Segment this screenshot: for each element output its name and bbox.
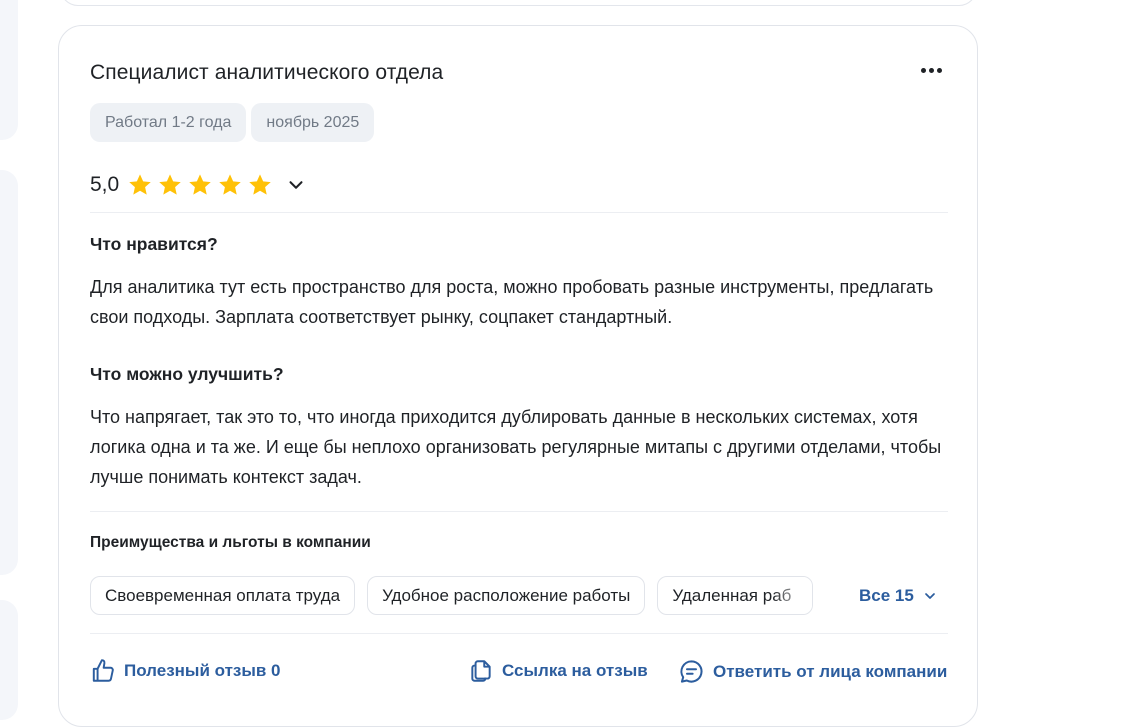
- review-tags: Работал 1-2 года ноябрь 2025: [90, 103, 375, 142]
- helpful-label: Полезный отзыв 0: [124, 661, 281, 680]
- tag-experience: Работал 1-2 года: [90, 103, 247, 142]
- copy-link-button[interactable]: Ссылка на отзыв: [468, 658, 648, 684]
- side-panel: [0, 0, 18, 140]
- comment-icon: [680, 660, 703, 683]
- divider: [90, 633, 948, 634]
- side-panel: [0, 170, 18, 575]
- benefit-chip: Удаленная раб: [657, 576, 814, 615]
- review-title: Специалист аналитического отдела: [90, 61, 444, 84]
- benefits-heading: Преимущества и льготы в компании: [90, 534, 371, 551]
- review-card: Специалист аналитического отдела Работал…: [58, 25, 978, 727]
- reply-button[interactable]: Ответить от лица компании: [678, 658, 947, 685]
- more-options-button[interactable]: [915, 56, 947, 84]
- show-all-benefits-button[interactable]: Все 15: [859, 586, 938, 606]
- show-all-label: Все 15: [859, 586, 914, 605]
- chevron-down-icon: [924, 593, 935, 599]
- rating-value: 5,0: [90, 173, 120, 196]
- thumbs-up-icon: [92, 659, 114, 682]
- benefits-list: Своевременная оплата труда Удобное распо…: [90, 576, 825, 616]
- star-icon: [249, 174, 271, 195]
- benefit-chip: Удобное расположение работы: [367, 576, 646, 615]
- previous-review-card: [60, 0, 977, 6]
- rating: 5,0: [90, 172, 307, 198]
- review-actions: Полезный отзыв 0 Ссылка на отзыв Ответит…: [90, 658, 948, 686]
- star-icon: [219, 174, 241, 195]
- star-icon: [189, 174, 211, 195]
- copy-link-icon: [471, 660, 491, 682]
- improve-text: Что напрягает, так это то, что иногда пр…: [90, 407, 942, 487]
- chevron-down-icon[interactable]: [285, 174, 307, 196]
- benefit-chip: Своевременная оплата труда: [90, 576, 356, 615]
- star-icon: [159, 174, 181, 195]
- likes-text: Для аналитика тут есть пространство для …: [90, 277, 934, 327]
- side-panel: [0, 600, 18, 720]
- star-icon: [129, 174, 151, 195]
- helpful-button[interactable]: Полезный отзыв 0: [90, 658, 281, 684]
- rating-stars: [127, 172, 277, 198]
- divider: [90, 511, 948, 512]
- divider: [90, 212, 948, 213]
- likes-heading: Что нравится?: [90, 234, 218, 254]
- reply-label: Ответить от лица компании: [713, 661, 948, 681]
- tag-date: ноябрь 2025: [251, 103, 375, 142]
- copy-link-label: Ссылка на отзыв: [502, 661, 648, 680]
- more-icon: [920, 67, 926, 73]
- improve-heading: Что можно улучшить?: [90, 364, 284, 384]
